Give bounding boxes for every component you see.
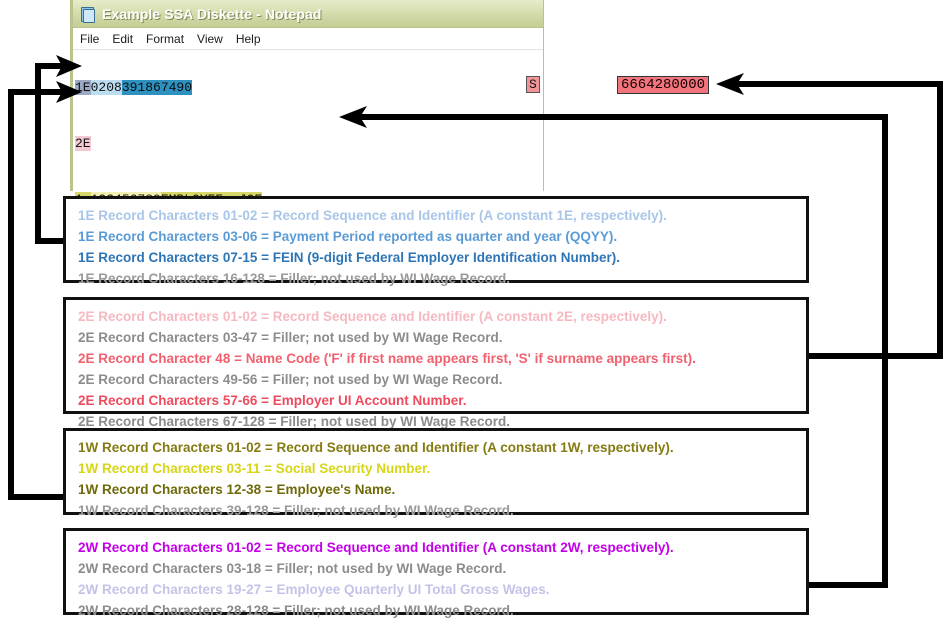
name-code-annotation: S — [526, 78, 540, 92]
box-2w-line-1: 2W Record Characters 01-02 = Record Sequ… — [78, 537, 806, 558]
window-title-bar: Example SSA Diskette - Notepad — [73, 0, 543, 28]
ui-account-value: 6664280000 — [617, 76, 709, 94]
box-2e: 2E Record Characters 01-02 = Record Sequ… — [63, 297, 809, 414]
box-1e-line-4: 1E Record Characters 16-128 = Filler; no… — [78, 268, 806, 289]
box-2e-line-1: 2E Record Characters 01-02 = Record Sequ… — [78, 306, 806, 327]
connector-1w — [11, 92, 63, 497]
seq-2e-highlight: 2E — [75, 136, 91, 151]
connector-1e — [38, 66, 63, 241]
box-2e-line-5: 2E Record Characters 57-66 = Employer UI… — [78, 390, 806, 411]
box-1e-line-2: 1E Record Characters 03-06 = Payment Per… — [78, 226, 806, 247]
box-1w-line-3: 1W Record Characters 12-38 = Employee's … — [78, 479, 806, 500]
box-2e-line-2: 2E Record Characters 03-47 = Filler; not… — [78, 327, 806, 348]
record-line-2e: 2E — [75, 137, 543, 151]
ui-account-annotation: 6664280000 — [617, 77, 709, 93]
menu-item-edit[interactable]: Edit — [112, 32, 133, 46]
box-2e-line-3: 2E Record Character 48 = Name Code ('F' … — [78, 348, 806, 369]
menu-item-format[interactable]: Format — [146, 32, 184, 46]
menu-item-file[interactable]: File — [80, 32, 99, 46]
box-1w-line-4: 1W Record Characters 39-128 = Filler; no… — [78, 500, 806, 521]
box-2w-line-2: 2W Record Characters 03-18 = Filler; not… — [78, 558, 806, 579]
box-1e-line-1: 1E Record Characters 01-02 = Record Sequ… — [78, 205, 806, 226]
box-2w: 2W Record Characters 01-02 = Record Sequ… — [63, 528, 809, 615]
box-1e-line-3: 1E Record Characters 07-15 = FEIN (9-dig… — [78, 247, 806, 268]
notepad-document-icon — [79, 6, 95, 22]
window-title: Example SSA Diskette - Notepad — [102, 6, 322, 22]
box-1w-line-2: 1W Record Characters 03-11 = Social Secu… — [78, 458, 806, 479]
box-1e: 1E Record Characters 01-02 = Record Sequ… — [63, 196, 809, 283]
box-1w: 1W Record Characters 01-02 = Record Sequ… — [63, 428, 809, 515]
diagram-page: Example SSA Diskette - Notepad File Edit… — [0, 0, 952, 629]
seq-1e-highlight: 1E — [75, 80, 91, 95]
name-code-value: S — [526, 76, 540, 93]
fein-highlight: 391867490 — [122, 80, 192, 95]
box-2w-line-4: 2W Record Characters 28-128 = Filler; no… — [78, 600, 806, 621]
record-line-1e: 1E0208391867490 — [75, 81, 543, 95]
payment-period-highlight: 0208 — [91, 80, 122, 95]
box-2e-line-4: 2E Record Characters 49-56 = Filler; not… — [78, 369, 806, 390]
box-2w-line-3: 2W Record Characters 19-27 = Employee Qu… — [78, 579, 806, 600]
menu-item-help[interactable]: Help — [236, 32, 261, 46]
box-1w-line-1: 1W Record Characters 01-02 = Record Sequ… — [78, 437, 806, 458]
arrowhead-2e — [716, 73, 744, 95]
notepad-window: Example SSA Diskette - Notepad File Edit… — [70, 0, 544, 191]
menu-item-view[interactable]: View — [197, 32, 223, 46]
menu-bar: File Edit Format View Help — [73, 28, 543, 50]
